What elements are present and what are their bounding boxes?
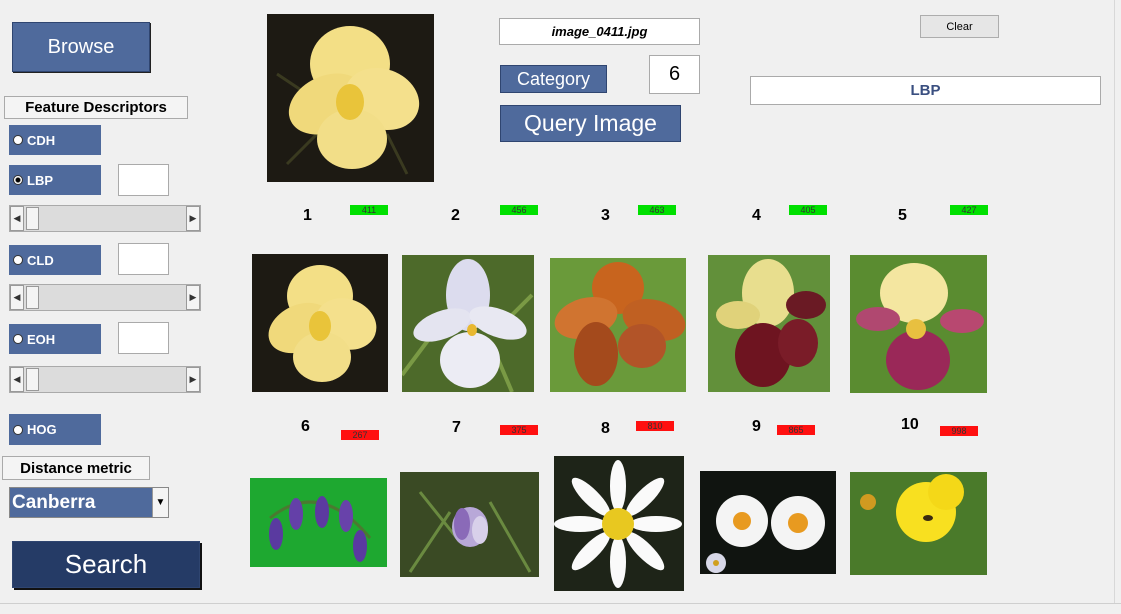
result-image[interactable] <box>850 255 987 393</box>
selected-descriptor-field: LBP <box>750 76 1101 105</box>
radio-icon <box>13 255 23 265</box>
descriptor-radio-cld[interactable]: CLD <box>9 245 101 275</box>
clear-button[interactable]: Clear <box>920 15 999 38</box>
descriptor-label: CLD <box>27 252 54 268</box>
lbp-weight-field[interactable] <box>118 164 169 196</box>
eoh-weight-field[interactable] <box>118 322 169 354</box>
distance-metric-value: Canberra <box>12 492 96 513</box>
result-image[interactable] <box>402 255 534 392</box>
result-score: 405 <box>789 205 827 215</box>
daisies-flower-image <box>700 471 836 574</box>
slider-thumb[interactable] <box>26 286 39 309</box>
bluebell-flower-image <box>250 478 387 567</box>
radio-icon <box>13 135 23 145</box>
dandelion-flower-image <box>850 472 987 575</box>
query-image-button[interactable]: Query Image <box>500 105 681 142</box>
chevron-down-icon[interactable]: ▼ <box>152 488 168 517</box>
arrow-right-icon[interactable]: ▶ <box>186 206 200 231</box>
result-rank: 7 <box>452 419 461 436</box>
result-rank: 5 <box>898 207 907 224</box>
arrow-left-icon[interactable]: ◀ <box>10 285 24 310</box>
arrow-right-icon[interactable]: ▶ <box>186 285 200 310</box>
iris-flower-image <box>402 255 534 392</box>
iris-flower-image <box>267 14 434 182</box>
result-image[interactable] <box>700 471 836 574</box>
arrow-left-icon[interactable]: ◀ <box>10 367 24 392</box>
iris-flower-image <box>850 255 987 393</box>
result-score: 998 <box>940 426 978 436</box>
iris-flower-image <box>550 258 686 392</box>
result-score: 267 <box>341 430 379 440</box>
category-field[interactable]: 6 <box>649 55 700 94</box>
result-rank: 2 <box>451 207 460 224</box>
descriptor-label: CDH <box>27 132 56 148</box>
result-image[interactable] <box>550 258 686 392</box>
descriptor-label: EOH <box>27 331 56 347</box>
distance-metric-title: Distance metric <box>2 456 150 480</box>
category-label: Category <box>500 65 607 93</box>
descriptor-radio-lbp[interactable]: LBP <box>9 165 101 195</box>
result-rank: 4 <box>752 207 761 224</box>
result-image[interactable] <box>250 478 387 567</box>
result-rank: 9 <box>752 418 761 435</box>
eoh-slider[interactable]: ◀ ▶ <box>9 366 201 393</box>
result-score: 411 <box>350 205 388 215</box>
filename-field: image_0411.jpg <box>499 18 700 45</box>
result-image[interactable] <box>252 254 388 392</box>
descriptor-radio-hog[interactable]: HOG <box>9 414 101 445</box>
slider-thumb[interactable] <box>26 368 39 391</box>
arrow-left-icon[interactable]: ◀ <box>10 206 24 231</box>
cld-weight-field[interactable] <box>118 243 169 275</box>
arrow-right-icon[interactable]: ▶ <box>186 367 200 392</box>
iris-flower-image <box>252 254 388 392</box>
lbp-slider[interactable]: ◀ ▶ <box>9 205 201 232</box>
iris-flower-image <box>708 255 830 392</box>
result-score: 427 <box>950 205 988 215</box>
result-score: 865 <box>777 425 815 435</box>
search-button[interactable]: Search <box>12 541 200 588</box>
crocus-flower-image <box>400 472 539 577</box>
result-score: 375 <box>500 425 538 435</box>
result-image[interactable] <box>850 472 987 575</box>
result-score: 810 <box>636 421 674 431</box>
result-rank: 6 <box>301 418 310 435</box>
browse-button[interactable]: Browse <box>12 22 150 72</box>
bottom-border <box>0 603 1121 614</box>
result-rank: 8 <box>601 420 610 437</box>
result-rank: 10 <box>901 416 919 433</box>
descriptor-radio-eoh[interactable]: EOH <box>9 324 101 354</box>
daisy-flower-image <box>554 456 684 591</box>
radio-icon <box>13 334 23 344</box>
result-image[interactable] <box>400 472 539 577</box>
result-rank: 3 <box>601 207 610 224</box>
feature-descriptors-title: Feature Descriptors <box>4 96 188 119</box>
slider-thumb[interactable] <box>26 207 39 230</box>
distance-metric-select[interactable]: Canberra ▼ <box>9 487 169 518</box>
result-image[interactable] <box>554 456 684 591</box>
result-score: 456 <box>500 205 538 215</box>
result-rank: 1 <box>303 207 312 224</box>
radio-selected-icon <box>13 175 23 185</box>
query-image <box>267 14 434 182</box>
result-image[interactable] <box>708 255 830 392</box>
radio-icon <box>13 424 23 435</box>
descriptor-label: LBP <box>27 172 53 188</box>
result-score: 463 <box>638 205 676 215</box>
cld-slider[interactable]: ◀ ▶ <box>9 284 201 311</box>
descriptor-label: HOG <box>27 422 57 437</box>
descriptor-radio-cdh[interactable]: CDH <box>9 125 101 155</box>
right-border <box>1114 0 1115 603</box>
